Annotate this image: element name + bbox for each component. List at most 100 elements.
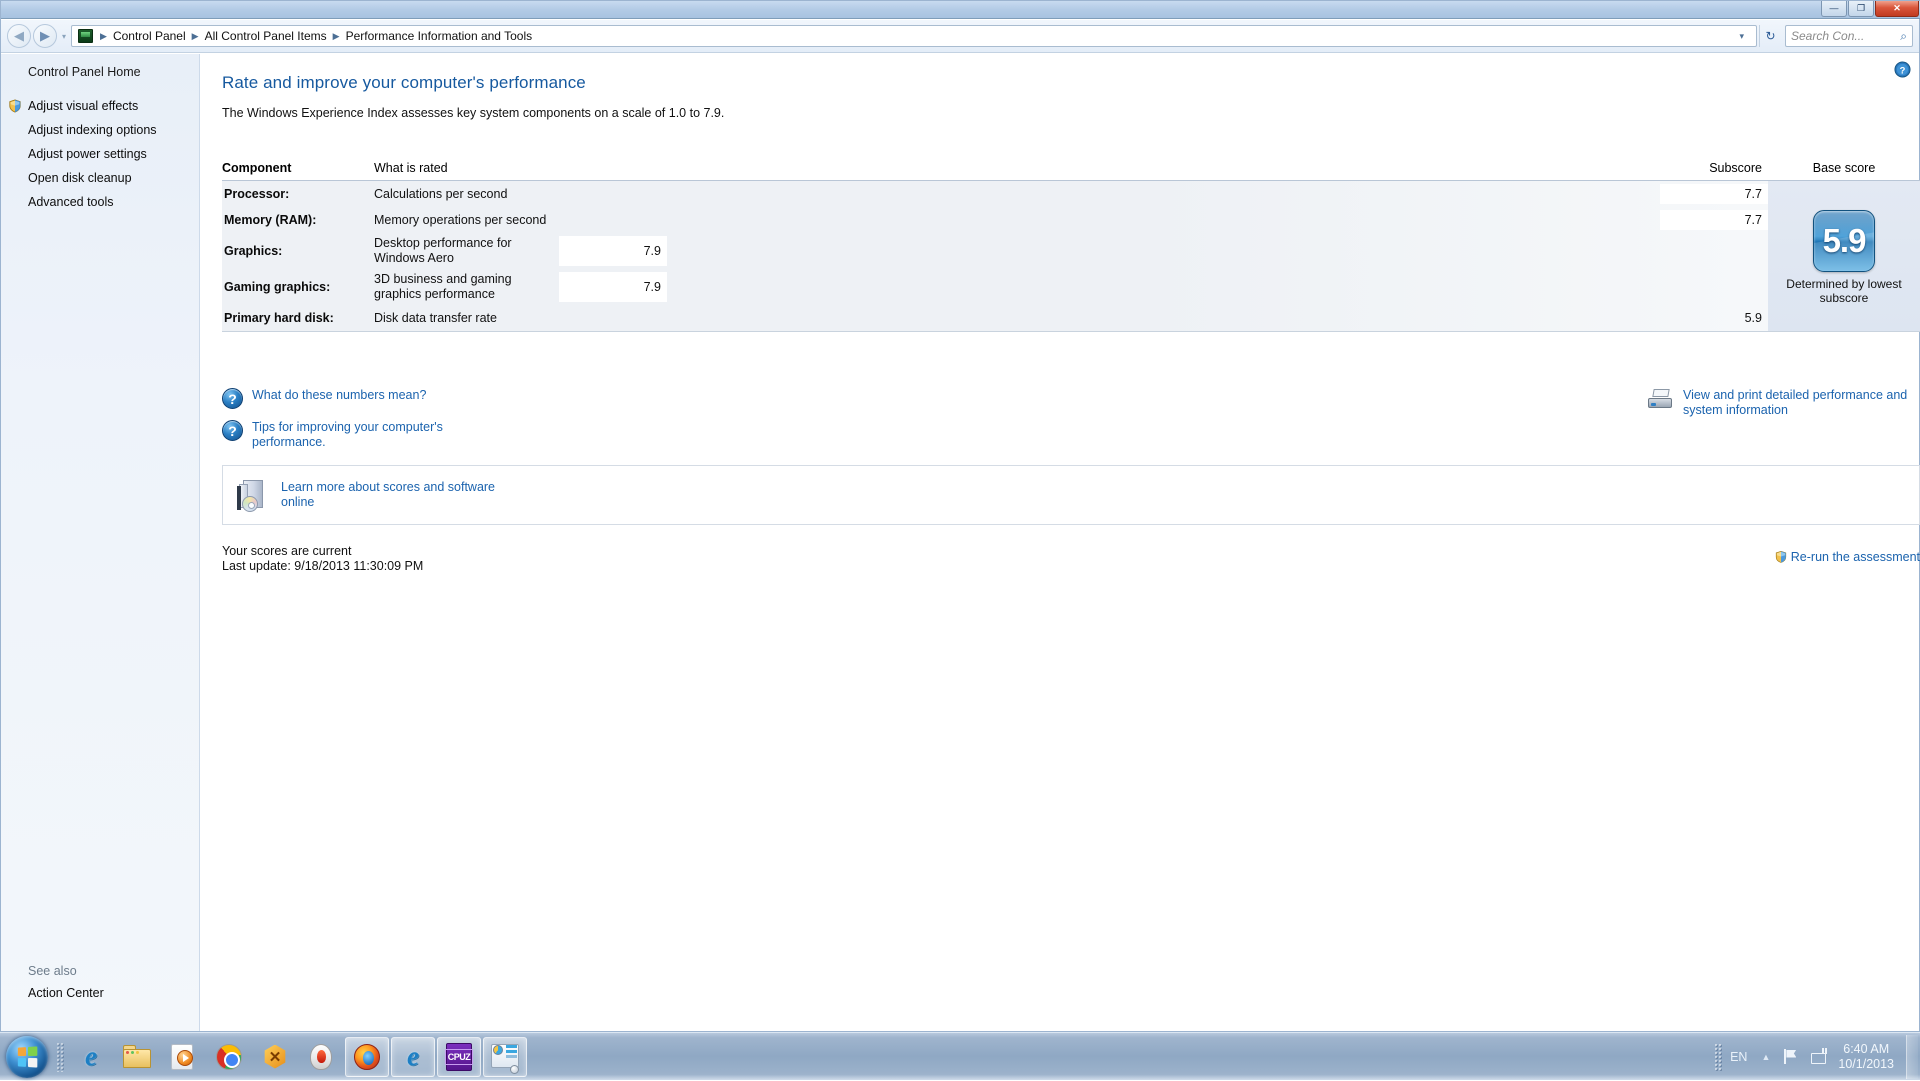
breadcrumb-item-all-items[interactable]: All Control Panel Items bbox=[202, 29, 330, 43]
sidebar-item-adjust-visual-effects[interactable]: Adjust visual effects bbox=[1, 94, 199, 118]
row-subscore-value: 7.9 bbox=[559, 272, 667, 302]
sidebar-item-adjust-power-settings[interactable]: Adjust power settings bbox=[1, 142, 199, 166]
last-update-text: Last update: 9/18/2013 11:30:09 PM bbox=[222, 559, 1920, 574]
folder-icon bbox=[122, 1042, 152, 1072]
see-also-title: See also bbox=[1, 961, 199, 983]
flame-icon bbox=[306, 1042, 336, 1072]
forward-button[interactable]: ▶ bbox=[33, 24, 57, 48]
taskbar-item-windows-explorer[interactable] bbox=[115, 1037, 159, 1077]
page-subtitle: The Windows Experience Index assesses ke… bbox=[200, 93, 1919, 120]
sidebar-item-label: Advanced tools bbox=[28, 195, 113, 209]
link-section: ? What do these numbers mean? ? Tips for… bbox=[222, 388, 1920, 456]
window-body: Control Panel Home Adjust visual effects bbox=[1, 54, 1919, 1031]
table-body: Processor: Calculations per second 7.7 M… bbox=[222, 181, 1920, 332]
clock-time: 6:40 AM bbox=[1838, 1042, 1894, 1057]
back-button[interactable]: ◀ bbox=[7, 24, 31, 48]
taskbar-item-internet-explorer[interactable]: e bbox=[69, 1037, 113, 1077]
system-tray: EN ▲ 6:40 AM 10/1/2013 bbox=[1714, 1033, 1920, 1081]
link-learn-more[interactable]: Learn more about scores and software onl… bbox=[281, 480, 511, 510]
action-center-flag-icon[interactable] bbox=[1782, 1048, 1800, 1066]
shield-icon bbox=[1774, 550, 1788, 564]
control-panel-icon bbox=[78, 29, 93, 43]
restore-icon: ❐ bbox=[1857, 4, 1865, 13]
breadcrumb-separator-2[interactable]: ▶ bbox=[330, 31, 343, 42]
taskbar-item-cpu-z[interactable]: CPUZ bbox=[437, 1037, 481, 1077]
restore-button[interactable]: ❐ bbox=[1848, 1, 1874, 17]
taskbar: e ✕ bbox=[0, 1032, 1920, 1080]
clock[interactable]: 6:40 AM 10/1/2013 bbox=[1838, 1042, 1894, 1072]
table-header-row: Component What is rated Subscore Base sc… bbox=[222, 161, 1920, 181]
network-icon[interactable] bbox=[1810, 1048, 1828, 1066]
see-also-item-action-center[interactable]: Action Center bbox=[1, 983, 199, 1003]
rerun-assessment-label: Re-run the assessment bbox=[1791, 550, 1920, 564]
header-component: Component bbox=[222, 161, 374, 175]
table-row: Primary hard disk: Disk data transfer ra… bbox=[222, 305, 1768, 331]
header-subscore: Subscore bbox=[1660, 161, 1768, 175]
search-placeholder: Search Con... bbox=[1791, 29, 1864, 43]
sidebar: Control Panel Home Adjust visual effects bbox=[1, 54, 200, 1031]
breadcrumb-item-control-panel[interactable]: Control Panel bbox=[110, 29, 189, 43]
sidebar-item-advanced-tools[interactable]: Advanced tools bbox=[1, 190, 199, 214]
question-icon: ? bbox=[222, 420, 243, 441]
taskbar-item-system-monitor[interactable] bbox=[483, 1037, 527, 1077]
tray-language-indicator[interactable]: EN bbox=[1730, 1050, 1747, 1064]
taskbar-item-windows-media-player[interactable] bbox=[161, 1037, 205, 1077]
row-subscore-value: 7.9 bbox=[559, 236, 667, 266]
close-button[interactable]: ✕ bbox=[1875, 1, 1919, 17]
forward-arrow-icon: ▶ bbox=[40, 28, 50, 44]
breadcrumb-separator-1[interactable]: ▶ bbox=[189, 31, 202, 42]
taskbar-item-google-chrome[interactable] bbox=[207, 1037, 251, 1077]
breadcrumb-separator-0[interactable]: ▶ bbox=[97, 31, 110, 42]
base-score-caption: Determined by lowest subscore bbox=[1768, 277, 1920, 305]
recent-pages-button[interactable]: ▾ bbox=[62, 32, 66, 41]
row-rated-description: Disk data transfer rate bbox=[374, 311, 1660, 326]
row-rated-description: Calculations per second bbox=[374, 187, 1660, 202]
tray-show-hidden-icons-button[interactable]: ▲ bbox=[1761, 1052, 1770, 1062]
firefox-icon bbox=[352, 1042, 382, 1072]
close-icon: ✕ bbox=[1893, 4, 1901, 13]
see-also-item-label: Action Center bbox=[28, 986, 104, 1000]
sidebar-item-control-panel-home[interactable]: Control Panel Home bbox=[1, 60, 199, 84]
taskbar-item-internet-explorer-window[interactable]: e bbox=[391, 1037, 435, 1077]
sidebar-item-open-disk-cleanup[interactable]: Open disk cleanup bbox=[1, 166, 199, 190]
start-button[interactable] bbox=[2, 1035, 52, 1079]
question-glyph: ? bbox=[228, 391, 237, 407]
link-row-tips[interactable]: ? Tips for improving your computer's per… bbox=[222, 420, 1920, 450]
row-subscore-value: 7.7 bbox=[1660, 184, 1768, 204]
windows-logo-icon bbox=[6, 1036, 48, 1078]
taskbar-item-nero[interactable] bbox=[299, 1037, 343, 1077]
address-bar: ◀ ▶ ▾ ▶ Control Panel ▶ All Control Pane… bbox=[1, 20, 1919, 53]
question-icon: ? bbox=[222, 388, 243, 409]
address-dropdown-icon[interactable]: ▾ bbox=[1739, 31, 1744, 42]
clock-date: 10/1/2013 bbox=[1838, 1057, 1894, 1072]
taskbar-item-firefox[interactable] bbox=[345, 1037, 389, 1077]
row-rated-description: 3D business and gaming graphics performa… bbox=[374, 272, 559, 302]
breadcrumb-item-performance[interactable]: Performance Information and Tools bbox=[343, 29, 536, 43]
table-row: Gaming graphics: 3D business and gaming … bbox=[222, 269, 1768, 305]
link-row-view-and-print[interactable]: View and print detailed performance and … bbox=[1648, 388, 1920, 418]
help-icon[interactable]: ? bbox=[1894, 61, 1911, 78]
learn-more-panel[interactable]: Learn more about scores and software onl… bbox=[222, 465, 1920, 525]
row-rated-description: Memory operations per second bbox=[374, 213, 1660, 228]
page-title: Rate and improve your computer's perform… bbox=[200, 54, 1919, 93]
row-component-label: Primary hard disk: bbox=[222, 311, 374, 325]
show-desktop-button[interactable] bbox=[1906, 1035, 1918, 1079]
taskbar-item-xtool[interactable]: ✕ bbox=[253, 1037, 297, 1077]
taskbar-grip[interactable] bbox=[56, 1042, 65, 1072]
content-pane: ? Rate and improve your computer's perfo… bbox=[200, 54, 1919, 1031]
tray-grip[interactable] bbox=[1714, 1043, 1722, 1071]
breadcrumb[interactable]: ▶ Control Panel ▶ All Control Panel Item… bbox=[71, 25, 1757, 47]
search-input[interactable]: Search Con... ⌕ bbox=[1785, 25, 1913, 47]
rerun-assessment-button[interactable]: Re-run the assessment bbox=[1774, 550, 1920, 564]
table-row: Memory (RAM): Memory operations per seco… bbox=[222, 207, 1768, 233]
sidebar-item-label: Adjust visual effects bbox=[28, 99, 138, 113]
sidebar-item-label: Control Panel Home bbox=[28, 65, 141, 79]
refresh-button[interactable]: ↻ bbox=[1759, 25, 1781, 47]
link-view-and-print[interactable]: View and print detailed performance and … bbox=[1683, 388, 1913, 418]
sidebar-item-adjust-indexing-options[interactable]: Adjust indexing options bbox=[1, 118, 199, 142]
link-what-do-numbers-mean[interactable]: What do these numbers mean? bbox=[252, 388, 426, 403]
row-component-label: Memory (RAM): bbox=[222, 213, 374, 227]
window-controls: — ❐ ✕ bbox=[1821, 1, 1919, 17]
link-tips-for-improving[interactable]: Tips for improving your computer's perfo… bbox=[252, 420, 512, 450]
minimize-button[interactable]: — bbox=[1821, 1, 1847, 17]
